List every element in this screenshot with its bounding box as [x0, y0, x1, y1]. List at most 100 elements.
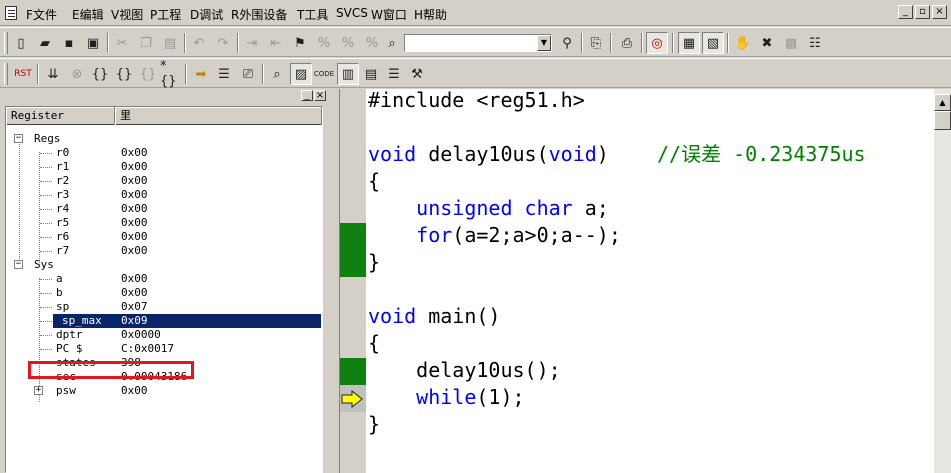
stop-icon[interactable]: ⊗: [66, 63, 88, 85]
hand-icon[interactable]: ✋: [732, 32, 754, 54]
column-header-register[interactable]: Register: [6, 107, 115, 125]
code-line[interactable]: {: [368, 330, 380, 357]
run-icon[interactable]: ⇊: [42, 63, 64, 85]
register-row[interactable]: r5 0x00: [6, 216, 322, 230]
code-coverage-icon[interactable]: ▨: [290, 63, 312, 85]
configure-icon[interactable]: ☷: [804, 32, 826, 54]
save-all-icon[interactable]: ▣: [82, 32, 104, 54]
save-icon[interactable]: ▪: [58, 32, 80, 54]
memory-window-icon[interactable]: ▥: [337, 63, 359, 85]
tree-group-sys[interactable]: − Sys: [6, 258, 322, 272]
register-row[interactable]: r7 0x00: [6, 244, 322, 258]
bookmark-next-icon[interactable]: %: [337, 32, 359, 54]
menu-debug[interactable]: D调试: [190, 6, 223, 23]
code-line[interactable]: void main(): [368, 303, 500, 330]
logic-analyzer-icon[interactable]: ☰: [383, 63, 405, 85]
code-line[interactable]: #include <reg51.h>: [368, 89, 585, 114]
register-row[interactable]: r3 0x00: [6, 188, 322, 202]
register-row[interactable]: + psw 0x00: [6, 384, 322, 398]
step-into-icon[interactable]: {}: [89, 63, 111, 85]
register-row[interactable]: r4 0x00: [6, 202, 322, 216]
scroll-thumb[interactable]: [934, 111, 951, 130]
code-line[interactable]: }: [368, 249, 380, 276]
collapse-icon[interactable]: −: [14, 260, 23, 269]
close-button[interactable]: ×: [932, 5, 947, 19]
menu-tools[interactable]: T工具: [297, 6, 328, 23]
register-row[interactable]: r1 0x00: [6, 160, 322, 174]
cut-icon[interactable]: ✂: [111, 32, 133, 54]
register-row[interactable]: r6 0x00: [6, 230, 322, 244]
output-window-icon[interactable]: ▧: [702, 32, 724, 54]
panel-close-button[interactable]: ×: [314, 90, 326, 101]
paste-icon[interactable]: ▤: [159, 32, 181, 54]
code-line[interactable]: {: [368, 168, 380, 195]
tools-icon[interactable]: ▩: [780, 32, 802, 54]
redo-icon[interactable]: ↷: [212, 32, 234, 54]
performance-icon[interactable]: ▤: [360, 63, 382, 85]
expand-icon[interactable]: +: [34, 386, 43, 395]
code-line[interactable]: }: [368, 411, 380, 438]
tree-group-regs[interactable]: − Regs: [6, 132, 322, 146]
register-row[interactable]: r2 0x00: [6, 174, 322, 188]
code-line[interactable]: void delay10us(void) //误差 -0.234375us: [368, 141, 866, 168]
register-row[interactable]: r0 0x00: [6, 146, 322, 160]
unindent-icon[interactable]: ⇤: [265, 32, 287, 54]
menu-svcs[interactable]: SVCS: [336, 6, 368, 20]
bookmark-clear-icon[interactable]: %: [361, 32, 383, 54]
breakpoint-icon[interactable]: ✖: [756, 32, 778, 54]
scroll-up-arrow-icon[interactable]: ▲: [934, 94, 951, 111]
register-row[interactable]: PC $ C:0x0017: [6, 342, 322, 356]
code-line[interactable]: unsigned char a;: [368, 195, 609, 222]
project-window-icon[interactable]: ▦: [678, 32, 700, 54]
panel-splitter[interactable]: [330, 89, 340, 473]
register-row[interactable]: dptr 0x0000: [6, 328, 322, 342]
menu-project[interactable]: P工程: [150, 6, 181, 23]
vertical-scrollbar[interactable]: ▲: [934, 89, 951, 473]
menu-peripherals[interactable]: R外围设备: [231, 6, 287, 23]
chevron-down-icon[interactable]: ▼: [537, 35, 551, 51]
register-row[interactable]: a 0x00: [6, 272, 322, 286]
column-header-value[interactable]: 里: [115, 107, 322, 125]
indent-icon[interactable]: ⇥: [241, 32, 263, 54]
bookmark-toggle-icon[interactable]: ⚑: [289, 32, 311, 54]
incremental-find-icon[interactable]: ⎘: [585, 32, 607, 54]
collapse-icon[interactable]: −: [14, 134, 23, 143]
watch-icon[interactable]: ⎚: [237, 63, 259, 85]
command-window-icon[interactable]: ⌕: [266, 63, 288, 85]
bookmark-prev-icon[interactable]: %: [313, 32, 335, 54]
step-out-icon[interactable]: {}: [137, 63, 159, 85]
show-next-statement-icon[interactable]: ➡: [190, 63, 212, 85]
print-icon[interactable]: ⎙: [616, 32, 638, 54]
register-row[interactable]: sp 0x07: [6, 300, 322, 314]
open-folder-icon[interactable]: ▰: [34, 32, 56, 54]
code-editor[interactable]: #include <reg51.h> void delay10us(void) /…: [340, 89, 951, 473]
code-line[interactable]: for(a=2;a>0;a--);: [368, 222, 621, 249]
disassembly-icon[interactable]: ☰: [213, 63, 235, 85]
toolbar-grip[interactable]: [4, 63, 8, 85]
find-icon[interactable]: ⚲: [556, 32, 578, 54]
code-line[interactable]: while(1);: [368, 384, 524, 411]
find-in-files-icon[interactable]: ⌕: [381, 32, 403, 54]
menu-edit[interactable]: E编辑: [72, 6, 104, 23]
step-over-icon[interactable]: {}: [113, 63, 135, 85]
code-line[interactable]: delay10us();: [368, 357, 561, 384]
serial-window-icon[interactable]: CODE: [313, 63, 335, 85]
run-to-cursor-icon[interactable]: *{}: [160, 59, 182, 89]
register-row[interactable]: b 0x00: [6, 286, 322, 300]
editor-gutter[interactable]: [340, 89, 366, 473]
restore-button[interactable]: ▫: [915, 5, 930, 19]
menu-window[interactable]: W窗口: [371, 6, 407, 23]
new-file-icon[interactable]: ▯: [10, 32, 32, 54]
panel-minimize-button[interactable]: _: [301, 90, 313, 101]
debug-session-icon[interactable]: ◎: [646, 32, 668, 54]
copy-icon[interactable]: ❐: [135, 32, 157, 54]
find-combo[interactable]: ▼: [404, 34, 552, 52]
toolbar-grip[interactable]: [4, 32, 8, 54]
reset-cpu-icon[interactable]: RST: [12, 63, 34, 85]
menu-file[interactable]: F文件: [26, 6, 57, 23]
undo-icon[interactable]: ↶: [188, 32, 210, 54]
minimize-button[interactable]: _: [898, 5, 913, 19]
register-row-selected[interactable]: sp_max 0x09: [6, 314, 322, 328]
tools-wrench-icon[interactable]: ⚒: [406, 63, 428, 85]
menu-view[interactable]: V视图: [111, 6, 143, 23]
